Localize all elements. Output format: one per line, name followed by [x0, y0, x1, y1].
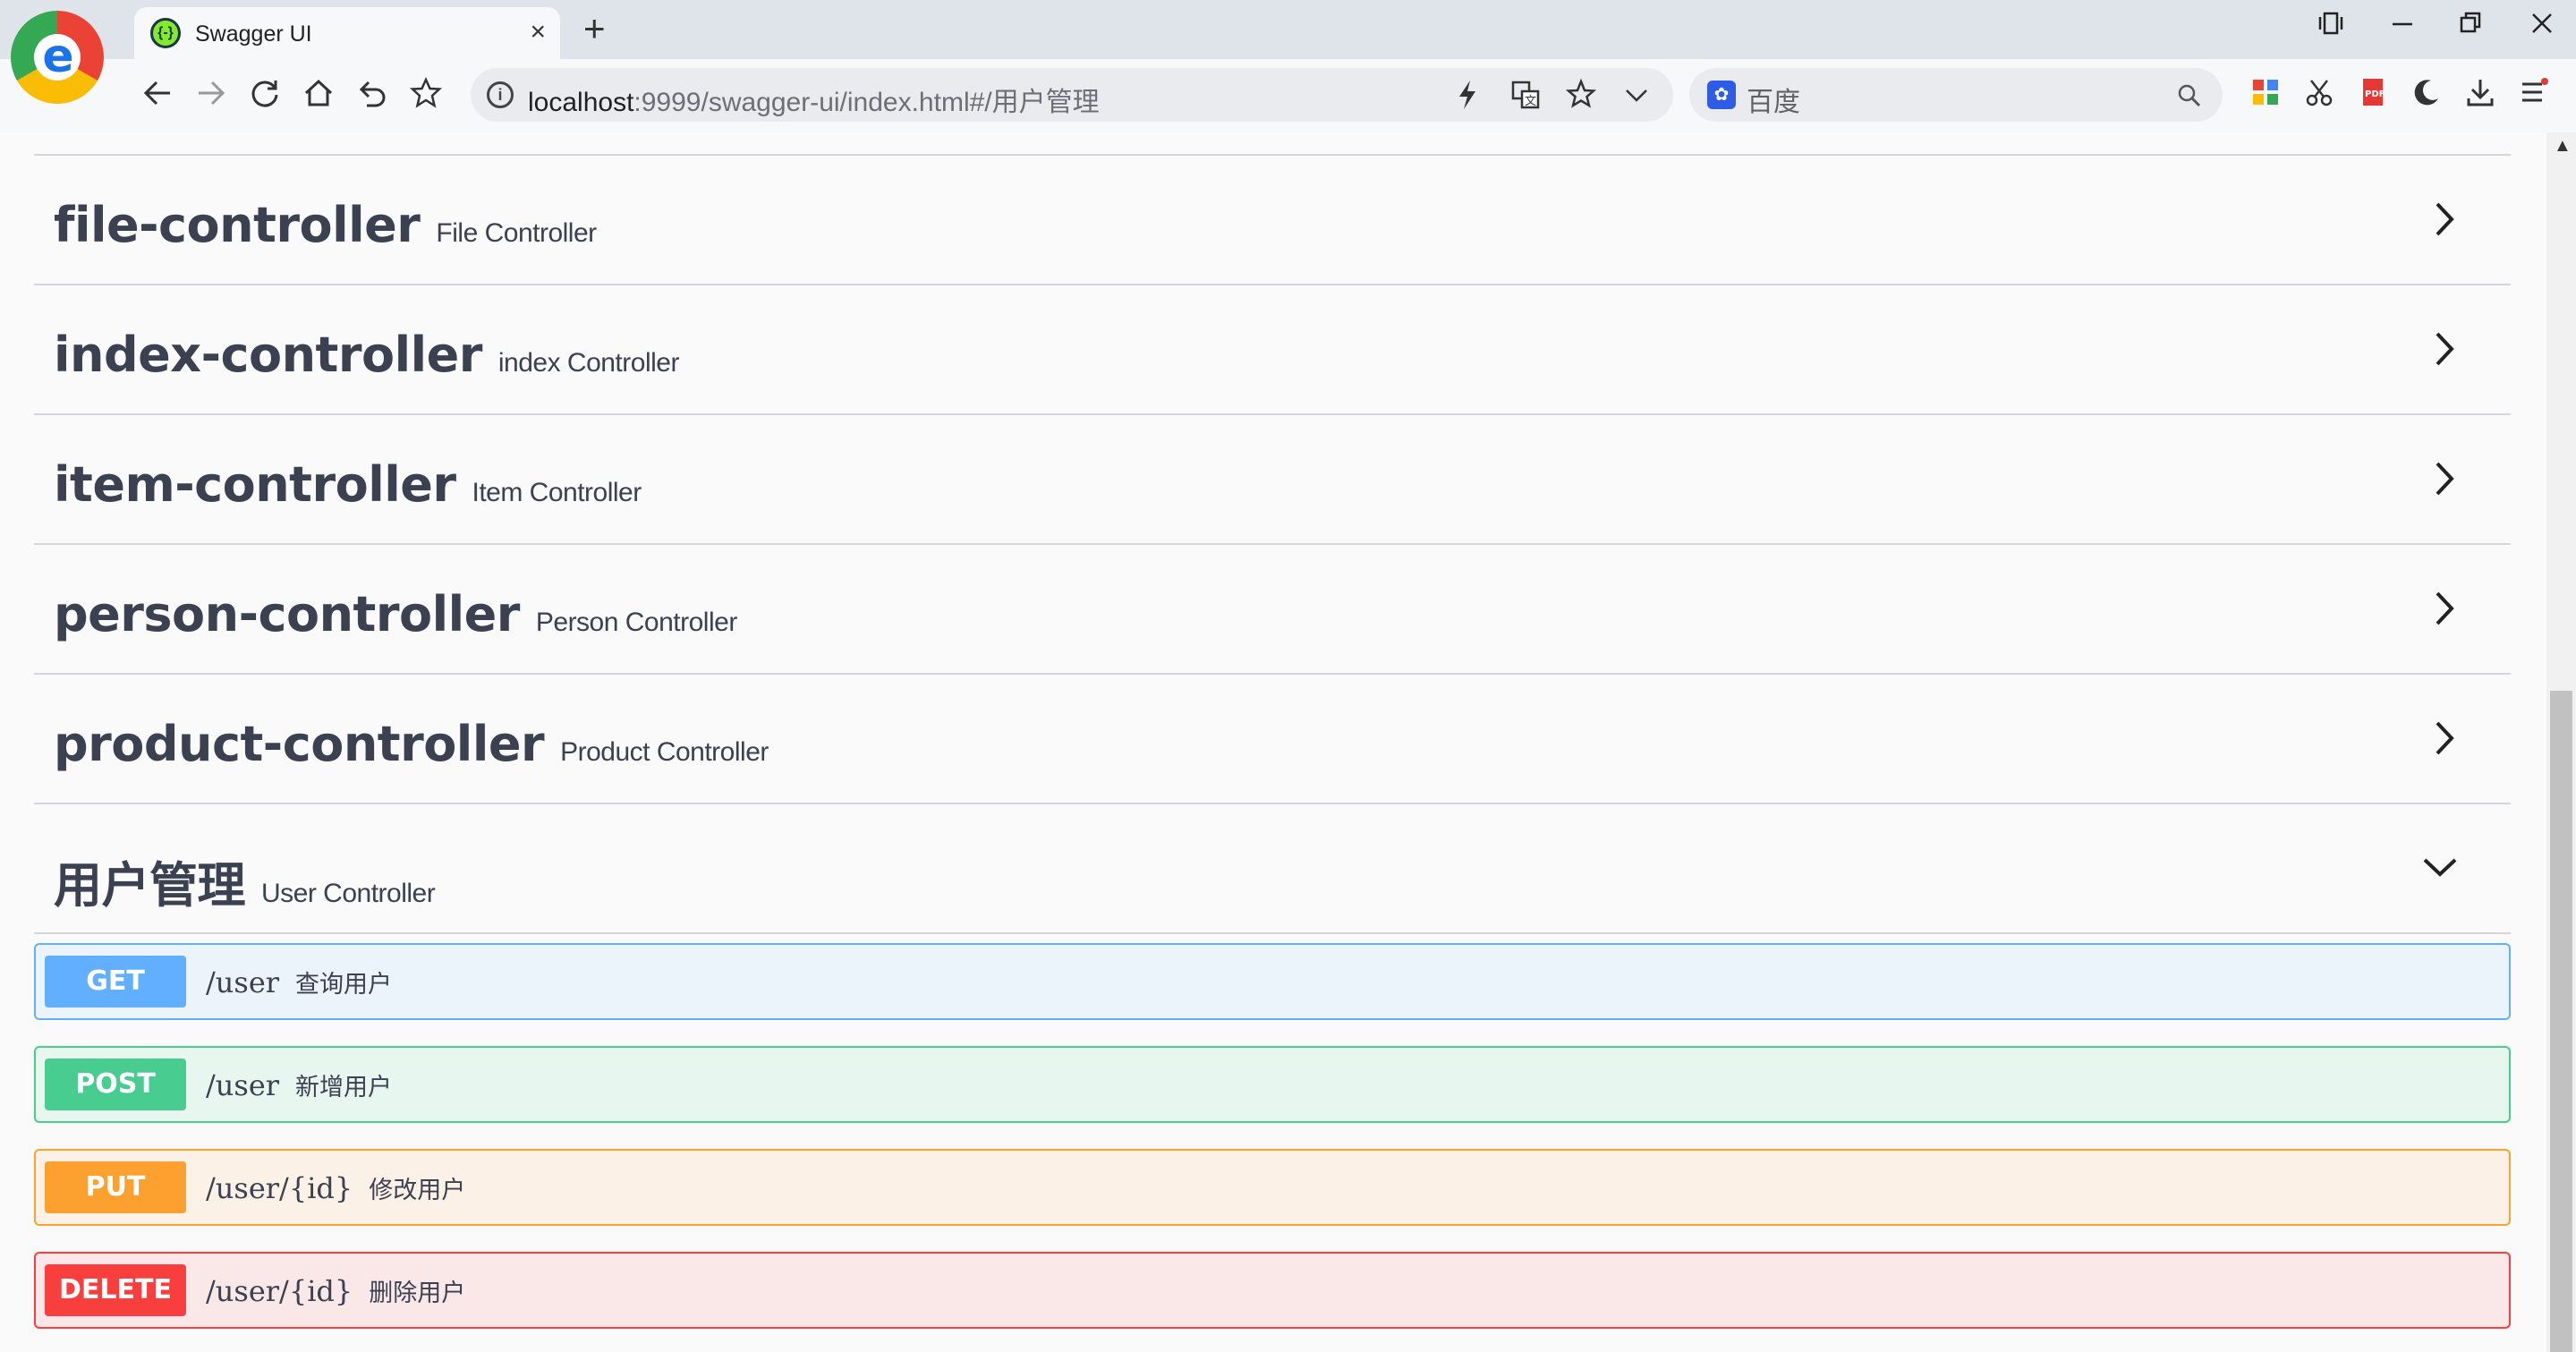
baidu-paw-icon[interactable]: ✿	[1707, 81, 1736, 109]
svg-text:文: 文	[1525, 95, 1536, 108]
operation-path: /user/{id} 删除用户	[206, 1274, 466, 1308]
bookmark-star-icon[interactable]	[1565, 77, 1597, 121]
chevron-right-icon[interactable]	[2427, 197, 2462, 242]
tag-description: Person Controller	[535, 608, 737, 637]
operation-summary: 删除用户	[369, 1280, 466, 1307]
apps-icon[interactable]	[2246, 77, 2285, 116]
svg-text:PDF: PDF	[2365, 89, 2385, 99]
tag-section-index-controller[interactable]: index-controller index Controller	[34, 285, 2511, 415]
chevron-right-icon[interactable]	[2427, 456, 2462, 501]
forward-icon[interactable]	[191, 77, 231, 116]
site-info-icon[interactable]: i	[487, 81, 514, 108]
chevron-right-icon[interactable]	[2427, 586, 2462, 631]
operation-summary: 修改用户	[369, 1177, 466, 1204]
tag-description: User Controller	[261, 879, 436, 908]
chevron-down-icon[interactable]	[1623, 77, 1650, 121]
tag-name: index-controller index Controller	[54, 327, 679, 383]
back-icon[interactable]	[138, 77, 177, 116]
lightning-icon[interactable]	[1455, 77, 1480, 121]
tag-name: item-controller Item Controller	[54, 456, 642, 513]
menu-icon[interactable]	[2514, 77, 2554, 116]
address-url[interactable]: localhost:9999/swagger-ui/index.html#/用户…	[528, 80, 1100, 119]
undo-icon[interactable]	[353, 77, 392, 116]
tag-name: product-controller Product Controller	[54, 716, 769, 772]
method-badge-delete: DELETE	[45, 1264, 186, 1316]
tab-title: Swagger UI	[195, 21, 312, 47]
tag-section-product-controller[interactable]: product-controller Product Controller	[34, 675, 2511, 804]
browser-logo-icon[interactable]: e	[11, 11, 104, 104]
swagger-favicon-icon: {-}	[150, 18, 181, 48]
method-badge-get: GET	[45, 956, 186, 1008]
vertical-scrollbar[interactable]: ▲	[2546, 132, 2576, 1352]
tag-section-user-management[interactable]: 用户管理 User Controller	[34, 804, 2511, 934]
tag-name: person-controller Person Controller	[54, 586, 737, 642]
translate-icon[interactable]: 文	[1510, 77, 1541, 121]
restore-icon[interactable]	[2448, 9, 2493, 48]
search-placeholder: 百度	[1747, 88, 1800, 117]
search-icon[interactable]	[2176, 77, 2203, 120]
tag-description: Item Controller	[472, 478, 642, 507]
operation-get-user[interactable]: GET /user 查询用户	[34, 943, 2511, 1020]
operation-put-user-id[interactable]: PUT /user/{id} 修改用户	[34, 1149, 2511, 1226]
tag-section-person-controller[interactable]: person-controller Person Controller	[34, 545, 2511, 675]
operation-path: /user/{id} 修改用户	[206, 1171, 466, 1205]
scroll-up-arrow-icon[interactable]: ▲	[2554, 136, 2572, 157]
window-layout-icon[interactable]	[2308, 9, 2353, 48]
tag-name: 用户管理 User Controller	[54, 857, 436, 914]
tag-description: index Controller	[497, 348, 680, 378]
minimize-icon[interactable]	[2380, 9, 2425, 48]
chevron-right-icon[interactable]	[2427, 327, 2462, 371]
operation-summary: 新增用户	[295, 1074, 393, 1101]
tab-bar: e {-} Swagger UI × +	[0, 0, 2576, 104]
moon-icon[interactable]	[2407, 77, 2446, 116]
tag-description: Product Controller	[560, 737, 769, 767]
tag-section-file-controller[interactable]: file-controller File Controller	[34, 156, 2511, 285]
close-tab-icon[interactable]: ×	[530, 18, 546, 47]
scissors-icon[interactable]	[2300, 77, 2339, 116]
scrollbar-thumb[interactable]	[2550, 691, 2572, 1352]
operation-path: /user 查询用户	[206, 965, 393, 999]
method-badge-put: PUT	[45, 1161, 186, 1213]
browser-toolbar: i localhost:9999/swagger-ui/index.html#/…	[0, 59, 2576, 132]
swagger-page: file-controller File Controller index-con…	[0, 132, 2546, 1352]
pdf-icon[interactable]: PDF	[2353, 77, 2393, 116]
reload-icon[interactable]	[245, 77, 285, 116]
tag-description: File Controller	[436, 218, 597, 248]
method-badge-post: POST	[45, 1059, 186, 1110]
home-icon[interactable]	[299, 77, 338, 116]
chevron-down-icon[interactable]	[2418, 846, 2462, 890]
operation-delete-user-id[interactable]: DELETE /user/{id} 删除用户	[34, 1252, 2511, 1329]
tab-swagger-ui[interactable]: {-} Swagger UI ×	[134, 7, 560, 59]
chevron-right-icon[interactable]	[2427, 716, 2462, 761]
operation-path: /user 新增用户	[206, 1068, 393, 1102]
download-icon[interactable]	[2461, 77, 2500, 116]
star-icon[interactable]	[406, 76, 446, 116]
address-bar[interactable]: i localhost:9999/swagger-ui/index.html#/…	[471, 68, 1673, 122]
tag-name: file-controller File Controller	[54, 197, 597, 253]
operation-summary: 查询用户	[295, 971, 393, 999]
browser-chrome: e {-} Swagger UI × + i localhost:9999/sw…	[0, 0, 2576, 132]
close-window-icon[interactable]	[2520, 9, 2564, 48]
new-tab-button[interactable]: +	[583, 9, 606, 48]
tag-section-item-controller[interactable]: item-controller Item Controller	[34, 415, 2511, 545]
operation-post-user[interactable]: POST /user 新增用户	[34, 1046, 2511, 1123]
search-box[interactable]: ✿ 百度	[1689, 68, 2223, 122]
